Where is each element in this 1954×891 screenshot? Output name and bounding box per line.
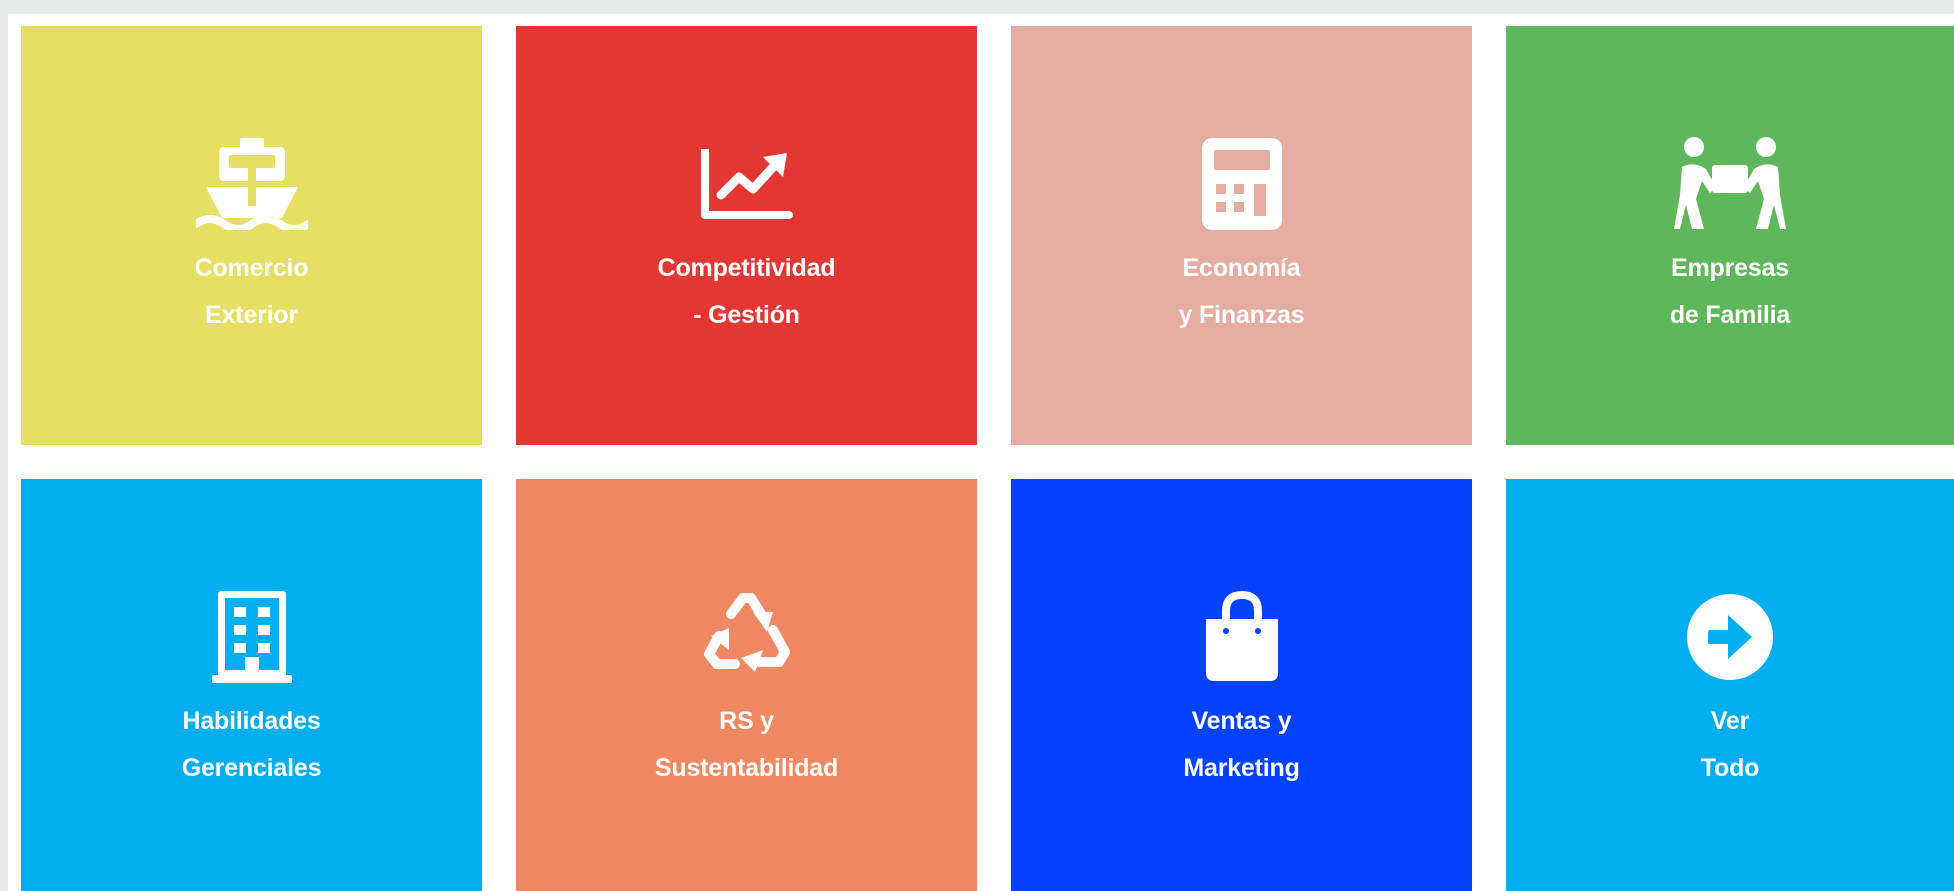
tile-label-line1: Economía [1182, 254, 1301, 282]
recycle-icon [687, 587, 807, 687]
tile-label-line2: Gerenciales [181, 754, 322, 782]
tile-label-line2: Todo [1700, 754, 1760, 782]
tile-habilidades-gerenciales[interactable]: Habilidades Gerenciales [21, 479, 482, 891]
tile-ventas-marketing[interactable]: Ventas y Marketing [1011, 479, 1472, 891]
tile-label-line1: Habilidades [182, 707, 321, 735]
tile-comercio-exterior[interactable]: Comercio Exterior [21, 26, 482, 445]
building-icon [192, 587, 312, 687]
tile-label-line1: Empresas [1671, 254, 1789, 282]
arrow-circle-right-icon [1670, 587, 1790, 687]
people-carry-icon [1670, 134, 1790, 234]
tile-label-line2: Marketing [1183, 754, 1300, 782]
tile-label-line2: - Gestión [693, 301, 800, 329]
tile-economia-finanzas[interactable]: Economía y Finanzas [1011, 26, 1472, 445]
chart-line-icon [687, 134, 807, 234]
tile-ver-todo[interactable]: Ver Todo [1506, 479, 1954, 891]
ship-icon [192, 134, 312, 234]
shopping-bag-icon [1182, 587, 1302, 687]
tile-competitividad-gestion[interactable]: Competitividad - Gestión [516, 26, 977, 445]
tile-label-line2: y Finanzas [1178, 301, 1305, 329]
tile-label-line1: Ver [1710, 707, 1750, 735]
tile-label-line1: Competitividad [657, 254, 836, 282]
tile-label-line2: Exterior [205, 301, 298, 329]
calculator-icon [1182, 134, 1302, 234]
tile-label-line1: RS y [719, 707, 774, 735]
tile-label-line1: Comercio [194, 254, 309, 282]
tile-rs-sustentabilidad[interactable]: RS y Sustentabilidad [516, 479, 977, 891]
tile-label-line1: Ventas y [1191, 707, 1292, 735]
tile-label-line2: Sustentabilidad [654, 754, 839, 782]
tile-empresas-familia[interactable]: Empresas de Familia [1506, 26, 1954, 445]
tile-label-line2: de Familia [1669, 301, 1791, 329]
